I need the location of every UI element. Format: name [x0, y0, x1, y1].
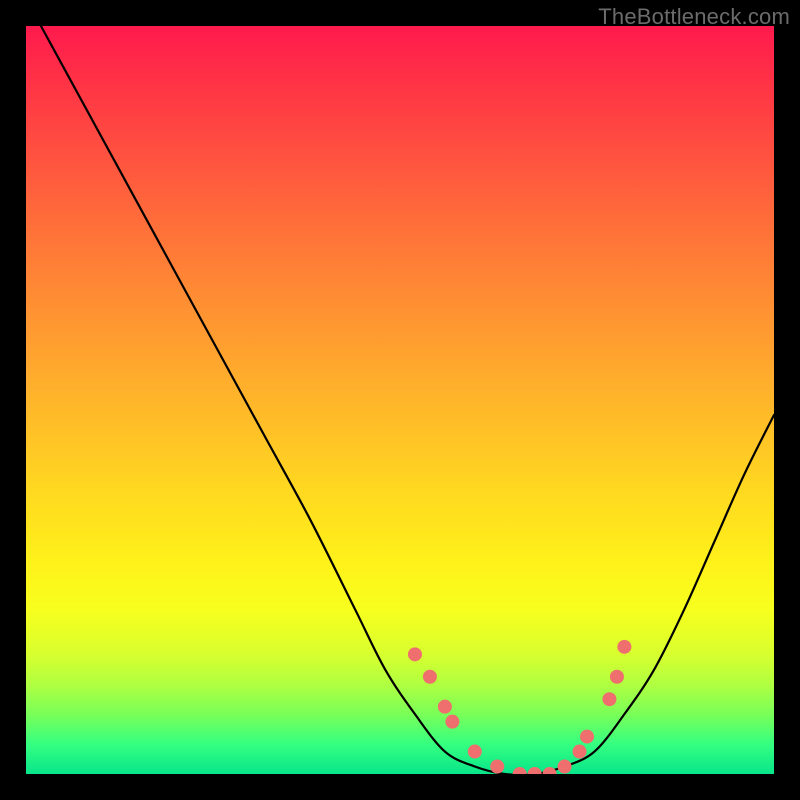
highlight-dot	[543, 767, 557, 774]
highlight-dot	[513, 767, 527, 774]
highlight-dot	[602, 692, 616, 706]
highlight-dot	[445, 715, 459, 729]
chart-svg	[26, 26, 774, 774]
highlight-dot	[490, 760, 504, 774]
highlight-dot	[528, 767, 542, 774]
highlight-dot	[438, 700, 452, 714]
watermark-text: TheBottleneck.com	[598, 4, 790, 30]
highlight-dot	[468, 745, 482, 759]
highlight-dot	[558, 760, 572, 774]
highlight-dot	[580, 730, 594, 744]
highlight-dots	[408, 640, 631, 774]
chart-area	[26, 26, 774, 774]
highlight-dot	[610, 670, 624, 684]
highlight-dot	[408, 647, 422, 661]
highlight-dot	[423, 670, 437, 684]
highlight-dot	[573, 745, 587, 759]
highlight-dot	[617, 640, 631, 654]
bottleneck-curve	[41, 26, 774, 774]
